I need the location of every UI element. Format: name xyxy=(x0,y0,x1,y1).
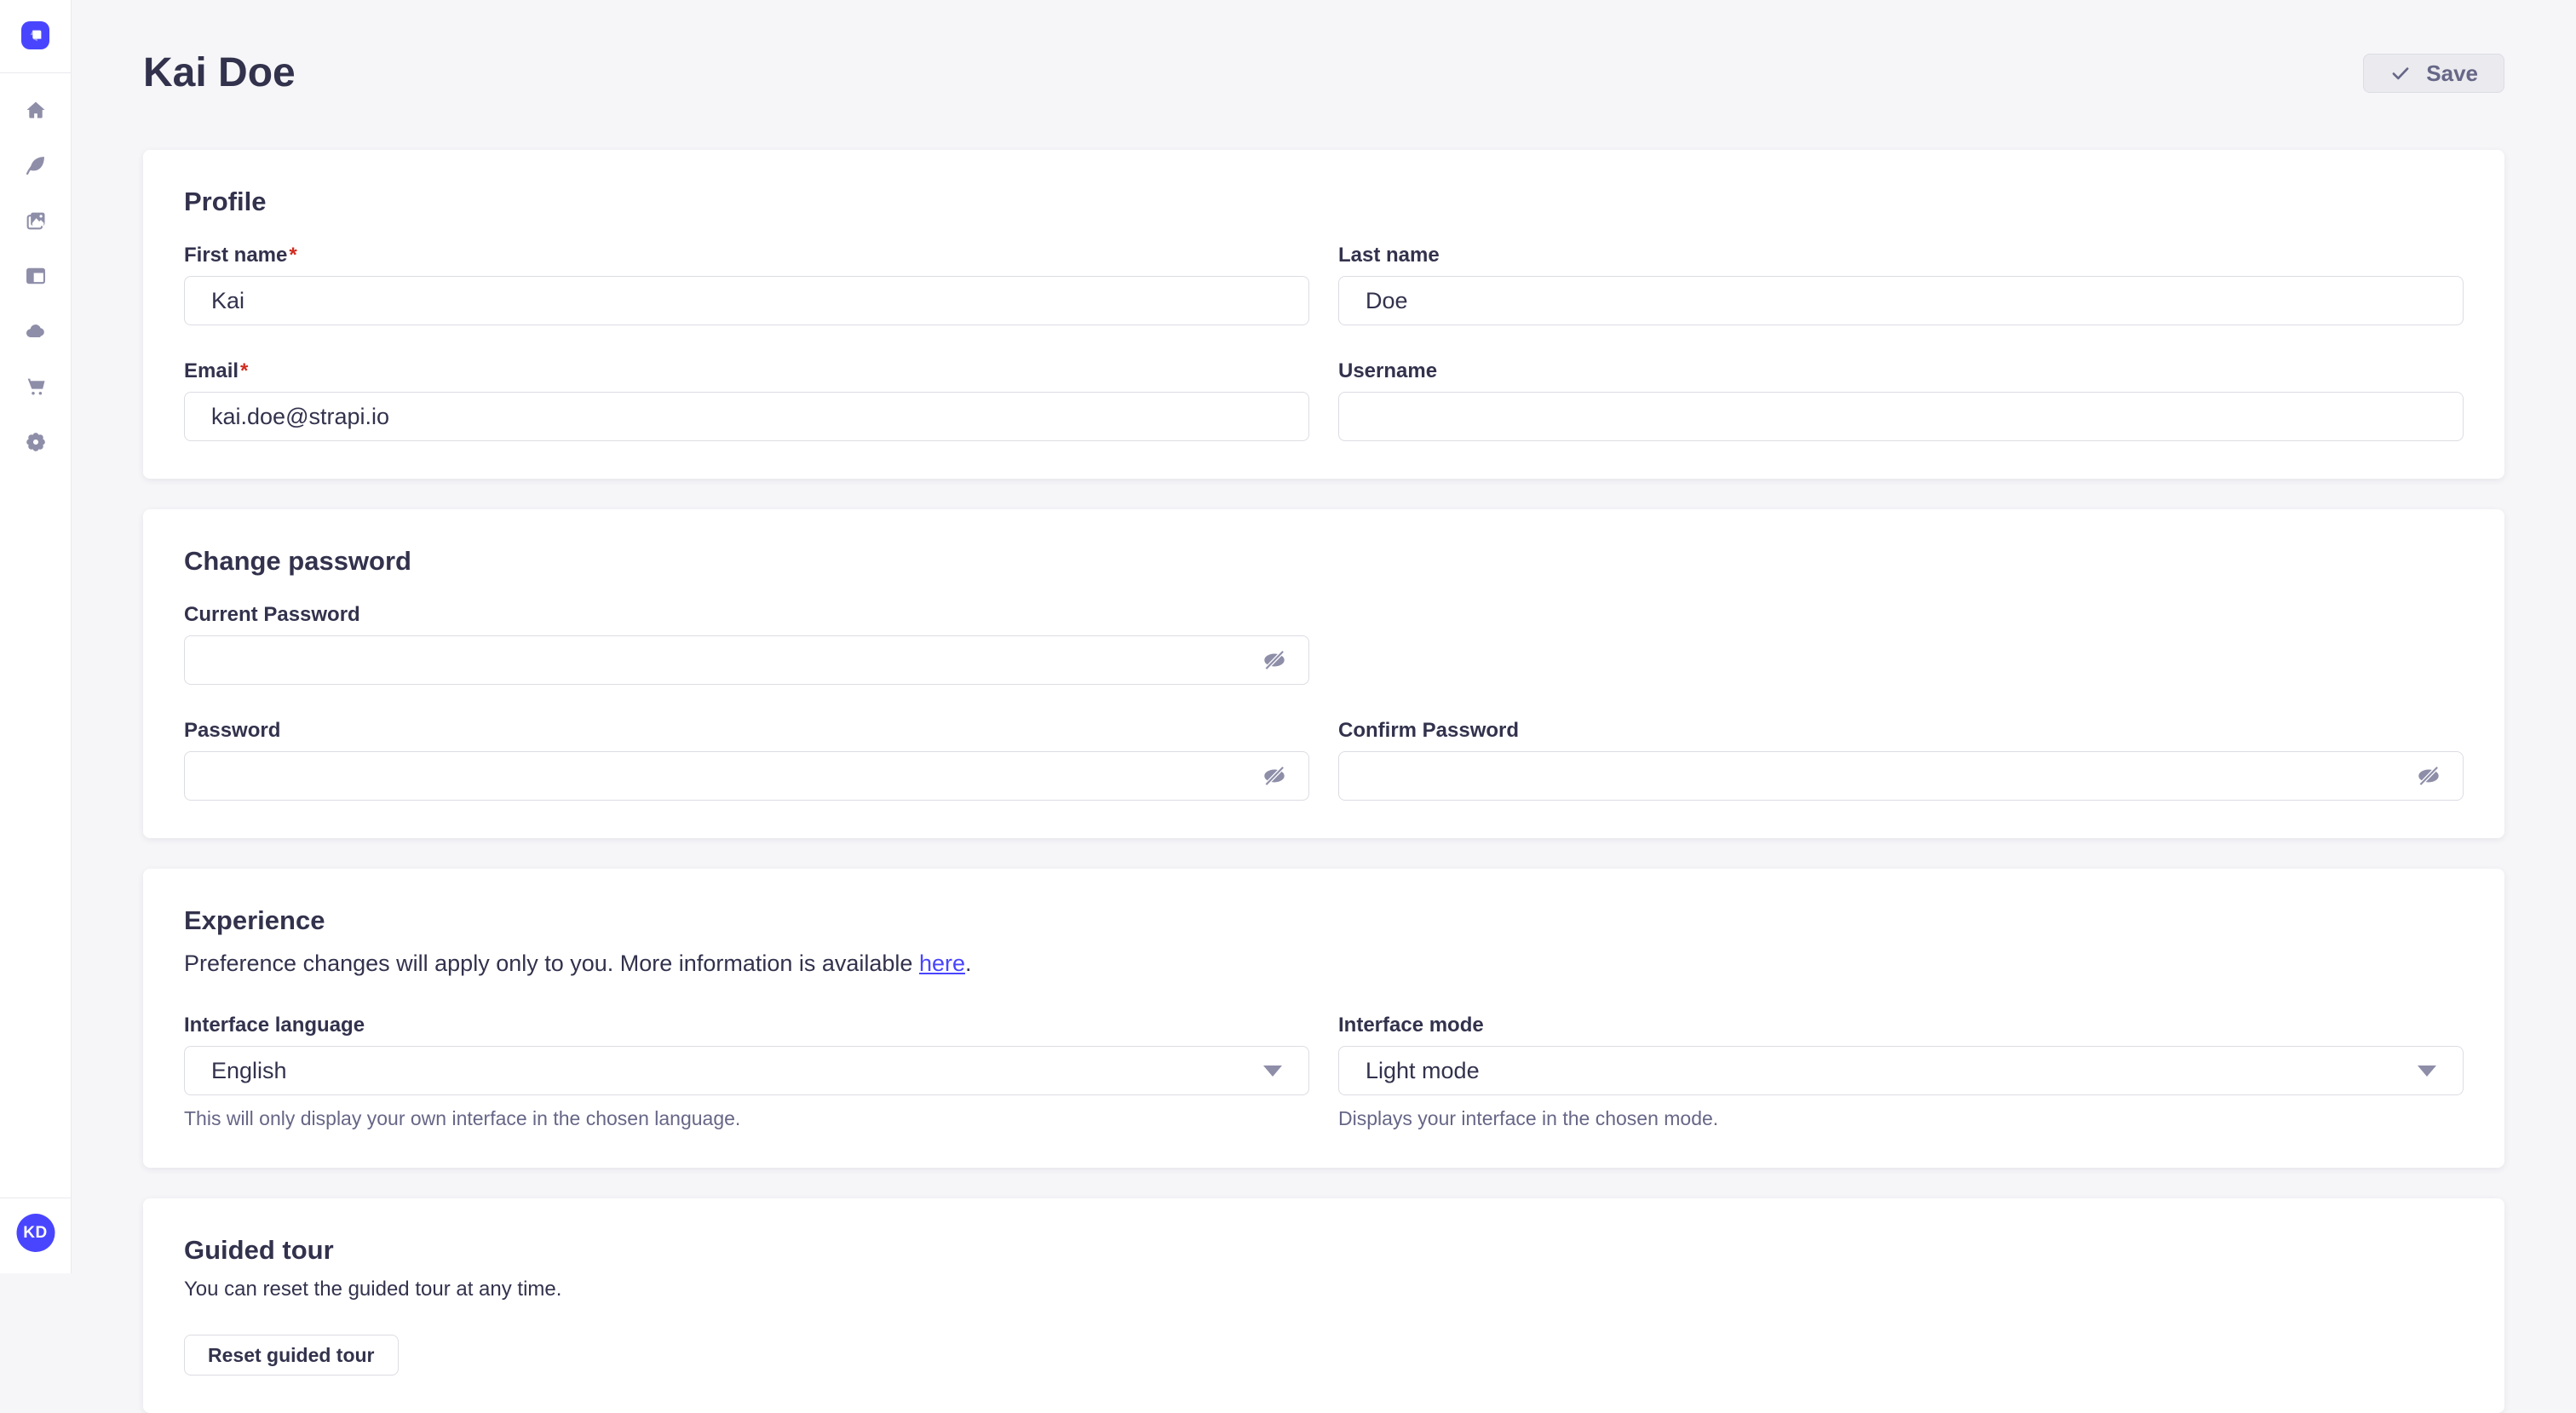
marketplace-icon xyxy=(24,375,48,399)
email-field-group: Email* xyxy=(184,359,1309,441)
email-label: Email* xyxy=(184,359,1309,383)
change-password-form-grid: Current Password Password xyxy=(184,603,2464,801)
guided-tour-card-title: Guided tour xyxy=(184,1234,2464,1267)
chevron-down-icon xyxy=(1263,1065,1282,1077)
more-information-link[interactable]: here xyxy=(919,951,965,976)
page-title: Kai Doe xyxy=(143,49,296,97)
sidebar-item-home[interactable] xyxy=(24,98,48,122)
username-label-text: Username xyxy=(1338,359,1437,382)
media-library-icon xyxy=(24,209,48,233)
current-password-input-wrap xyxy=(184,635,1309,685)
interface-mode-label: Interface mode xyxy=(1338,1014,2464,1037)
sidebar-nav xyxy=(24,98,48,454)
confirm-password-input[interactable] xyxy=(1338,751,2464,801)
home-icon xyxy=(24,98,48,122)
current-password-input[interactable] xyxy=(184,635,1309,685)
experience-form-grid: Interface language English This will onl… xyxy=(184,1014,2464,1130)
change-password-card-title: Change password xyxy=(184,545,2464,577)
current-password-field-group: Current Password xyxy=(184,603,1309,685)
toggle-current-password-visibility-button[interactable] xyxy=(1260,646,1289,675)
new-password-input[interactable] xyxy=(184,751,1309,801)
grid-spacer xyxy=(1338,603,2464,685)
first-name-label: First name* xyxy=(184,244,1309,267)
sidebar-item-content-manager[interactable] xyxy=(24,264,48,288)
content-manager-icon xyxy=(24,264,48,288)
sidebar-item-cloud[interactable] xyxy=(24,319,48,343)
interface-mode-select[interactable]: Light mode xyxy=(1338,1046,2464,1095)
new-password-field-group: Password xyxy=(184,719,1309,801)
sidebar-divider xyxy=(0,72,72,73)
interface-mode-value: Light mode xyxy=(1366,1058,1480,1084)
strapi-logo-icon xyxy=(26,26,45,45)
interface-language-select[interactable]: English xyxy=(184,1046,1309,1095)
main-content: Kai Doe Save Profile First name* Last na… xyxy=(72,0,2576,1413)
toggle-new-password-visibility-button[interactable] xyxy=(1260,761,1289,790)
confirm-password-label: Confirm Password xyxy=(1338,719,2464,743)
confirm-password-field-group: Confirm Password xyxy=(1338,719,2464,801)
last-name-label: Last name xyxy=(1338,244,2464,267)
username-label: Username xyxy=(1338,359,2464,383)
profile-card-title: Profile xyxy=(184,186,2464,218)
check-icon xyxy=(2389,62,2412,84)
settings-icon xyxy=(24,430,48,454)
username-field-group: Username xyxy=(1338,359,2464,441)
reset-guided-tour-button[interactable]: Reset guided tour xyxy=(184,1335,399,1376)
first-name-label-text: First name xyxy=(184,244,287,267)
profile-card: Profile First name* Last name Email* Use… xyxy=(143,150,2504,479)
guided-tour-description: You can reset the guided tour at any tim… xyxy=(184,1277,2464,1302)
first-name-field-group: First name* xyxy=(184,244,1309,325)
username-input[interactable] xyxy=(1338,392,2464,441)
toggle-confirm-password-visibility-button[interactable] xyxy=(2414,761,2443,790)
interface-language-label: Interface language xyxy=(184,1014,1309,1037)
page-header: Kai Doe Save xyxy=(143,49,2504,97)
experience-description: Preference changes will apply only to yo… xyxy=(184,949,2464,978)
new-password-label: Password xyxy=(184,719,1309,743)
sidebar-item-media-library[interactable] xyxy=(24,209,48,233)
last-name-input[interactable] xyxy=(1338,276,2464,325)
experience-description-period: . xyxy=(965,951,972,976)
experience-card: Experience Preference changes will apply… xyxy=(143,869,2504,1168)
interface-mode-field-group: Interface mode Light mode Displays your … xyxy=(1338,1014,2464,1130)
profile-form-grid: First name* Last name Email* Username xyxy=(184,244,2464,441)
email-label-text: Email xyxy=(184,359,239,382)
guided-tour-card: Guided tour You can reset the guided tou… xyxy=(143,1198,2504,1413)
first-name-input[interactable] xyxy=(184,276,1309,325)
required-asterisk: * xyxy=(239,359,248,382)
sidebar-item-content-type-builder[interactable] xyxy=(24,153,48,177)
sidebar: KD xyxy=(0,0,72,1273)
confirm-password-input-wrap xyxy=(1338,751,2464,801)
chevron-down-icon xyxy=(2418,1065,2436,1077)
last-name-field-group: Last name xyxy=(1338,244,2464,325)
email-field[interactable] xyxy=(184,392,1309,441)
save-button-label: Save xyxy=(2426,60,2478,87)
eye-off-icon xyxy=(1261,646,1288,674)
change-password-card: Change password Current Password xyxy=(143,509,2504,838)
strapi-logo[interactable] xyxy=(21,21,49,49)
eye-off-icon xyxy=(2415,762,2442,790)
experience-description-text: Preference changes will apply only to yo… xyxy=(184,951,919,976)
interface-language-value: English xyxy=(211,1058,287,1084)
interface-language-hint: This will only display your own interfac… xyxy=(184,1106,1309,1130)
eye-off-icon xyxy=(1261,762,1288,790)
interface-mode-hint: Displays your interface in the chosen mo… xyxy=(1338,1106,2464,1130)
content-type-builder-icon xyxy=(24,153,48,177)
sidebar-item-marketplace[interactable] xyxy=(24,375,48,399)
cloud-icon xyxy=(24,319,48,343)
experience-card-title: Experience xyxy=(184,905,2464,937)
save-button[interactable]: Save xyxy=(2363,54,2504,93)
required-asterisk: * xyxy=(287,244,296,267)
current-password-label: Current Password xyxy=(184,603,1309,627)
last-name-label-text: Last name xyxy=(1338,244,1440,267)
interface-language-field-group: Interface language English This will onl… xyxy=(184,1014,1309,1130)
new-password-input-wrap xyxy=(184,751,1309,801)
sidebar-item-settings[interactable] xyxy=(24,430,48,454)
user-avatar[interactable]: KD xyxy=(16,1214,55,1252)
